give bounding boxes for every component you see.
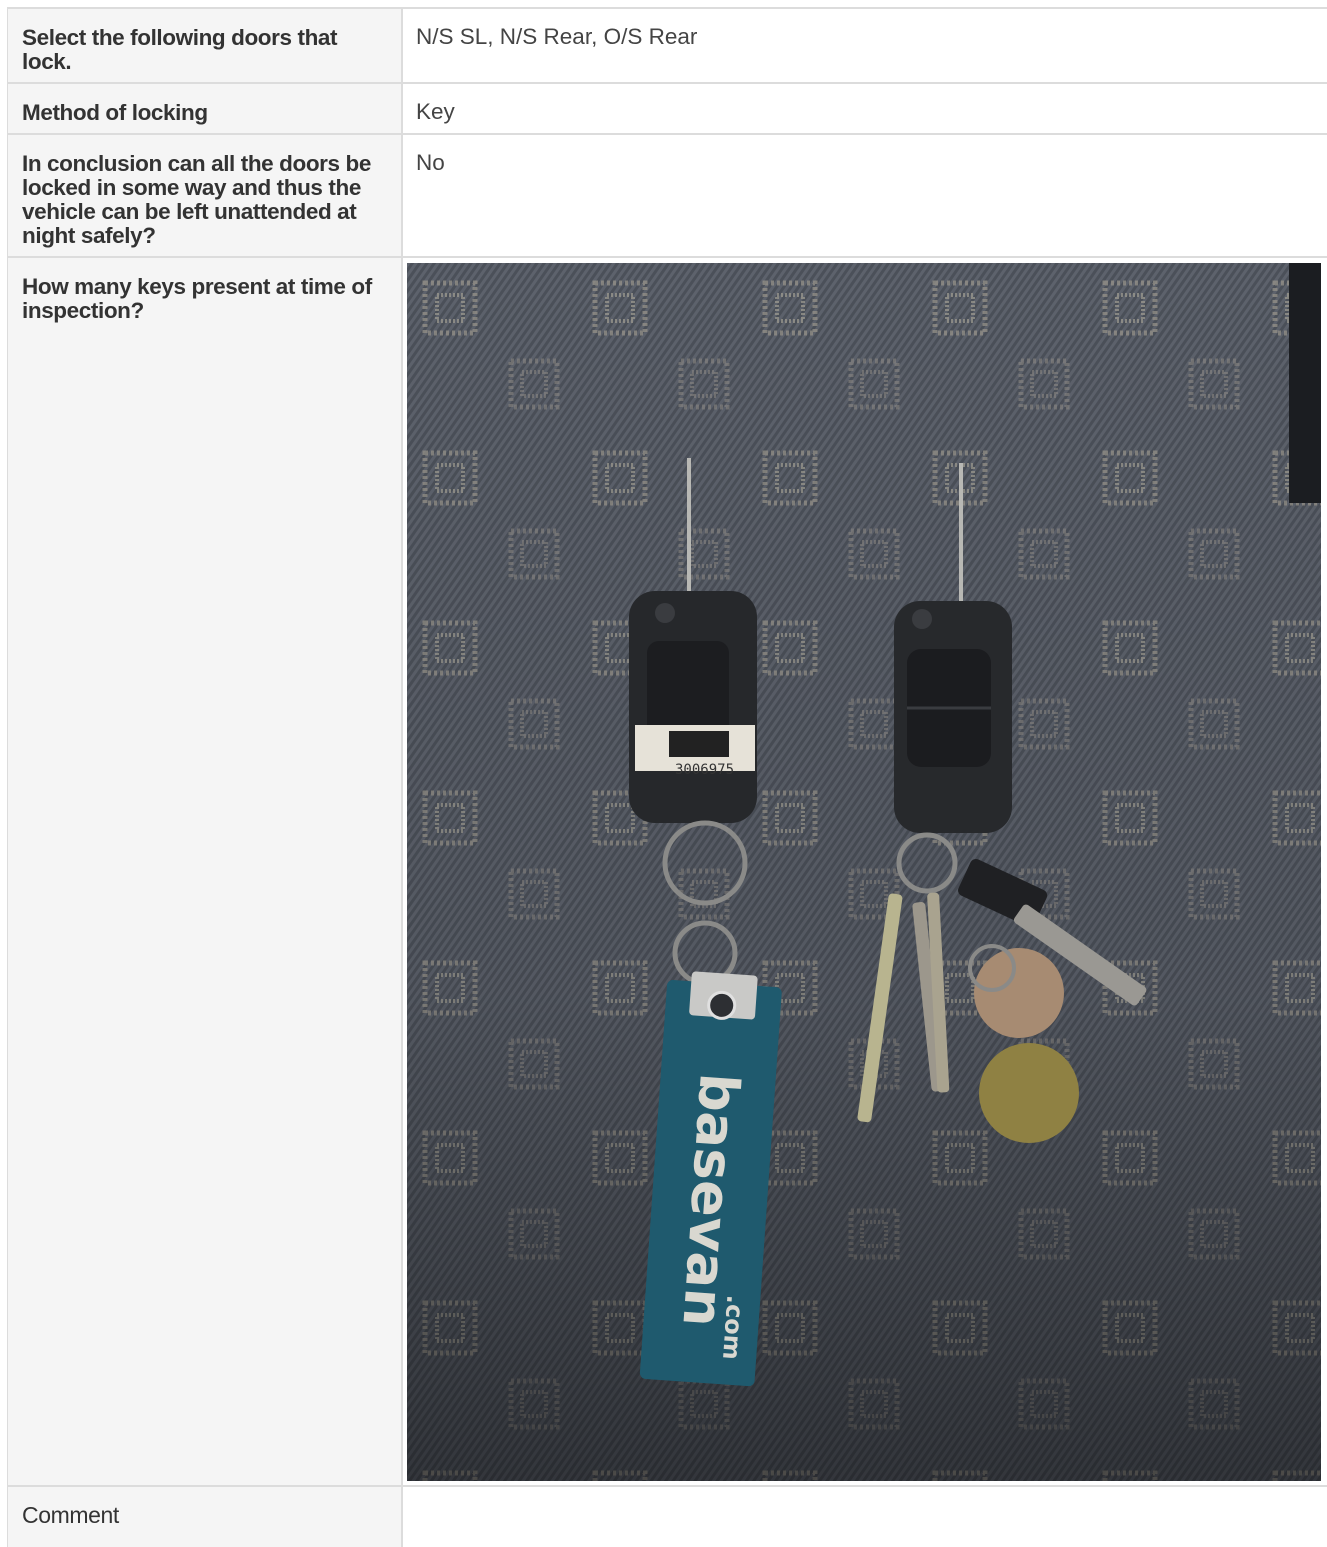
method-of-locking-value: Key <box>416 99 455 124</box>
doors-that-lock-label: Select the following doors that lock. <box>7 9 403 82</box>
method-of-locking-label: Method of locking <box>7 84 403 133</box>
row-comment: Comment <box>7 1487 1327 1547</box>
keys-present-label: How many keys present at time of inspect… <box>7 258 403 1485</box>
barcode-number: 3006975 <box>675 762 734 778</box>
comment-value <box>403 1487 1327 1547</box>
row-doors-that-lock: Select the following doors that lock. N/… <box>7 9 1327 84</box>
doors-that-lock-value: N/S SL, N/S Rear, O/S Rear <box>416 24 698 49</box>
comment-label: Comment <box>7 1487 403 1547</box>
conclusion-label: In conclusion can all the doors be locke… <box>7 135 403 256</box>
row-conclusion: In conclusion can all the doors be locke… <box>7 135 1327 258</box>
keys-photo[interactable]: 3006975 basevan .com <box>407 263 1321 1481</box>
row-method-of-locking: Method of locking Key <box>7 84 1327 135</box>
tag-suffix: .com <box>717 1294 749 1361</box>
keys-photo-cell: 3006975 basevan .com <box>403 258 1327 1485</box>
conclusion-value: No <box>416 150 445 175</box>
inspection-table: Select the following doors that lock. N/… <box>7 7 1327 1547</box>
row-keys-present: How many keys present at time of inspect… <box>7 258 1327 1487</box>
